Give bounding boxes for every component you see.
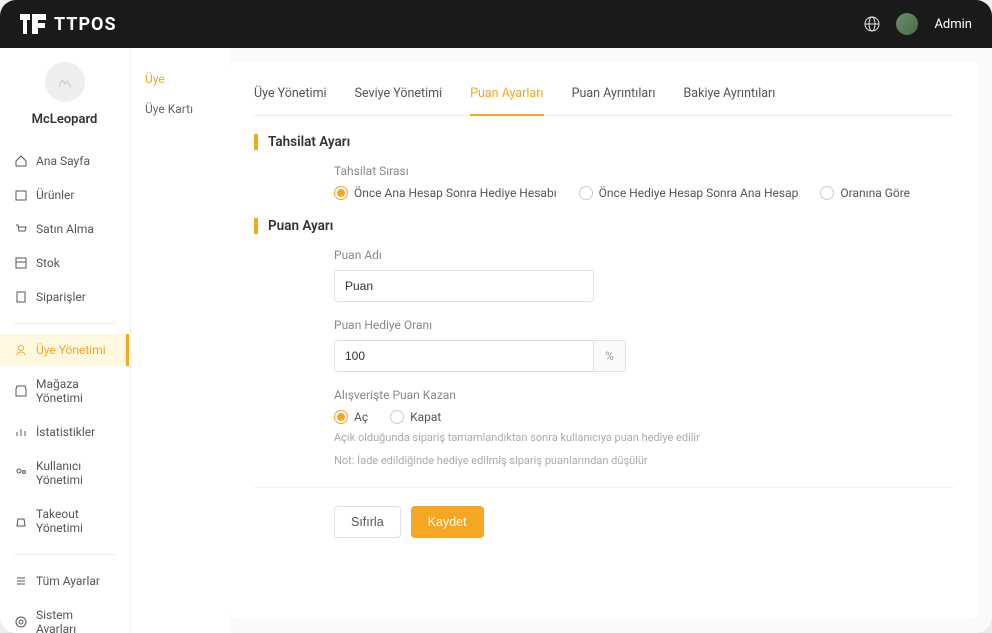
sidebar: McLeopard Ana Sayfa Ürünler Satın Alma S… [0,48,130,633]
brand-text: TTPOS [54,14,117,35]
tab-points[interactable]: Puan Ayarları [470,78,543,115]
nav-stats[interactable]: İstatistikler [0,416,129,448]
point-earn-label: Alışverişte Puan Kazan [334,388,954,402]
tab-level[interactable]: Seviye Yönetimi [355,78,443,115]
section-collection-title: Tahsilat Ayarı [254,134,954,150]
collection-opt3[interactable]: Oranına Göre [820,186,910,200]
nav-users[interactable]: Kullanıcı Yönetimi [0,450,129,496]
tenant-block: McLeopard [0,62,129,145]
radio-icon [820,186,834,200]
cart-icon [14,222,28,236]
nav-orders[interactable]: Siparişler [0,281,129,313]
collection-order-label: Tahsilat Sırası [334,164,954,178]
avatar[interactable] [896,13,918,35]
nav-stock[interactable]: Stok [0,247,129,279]
radio-icon [390,410,404,424]
nav-home[interactable]: Ana Sayfa [0,145,129,177]
nav-all-settings[interactable]: Tüm Ayarlar [0,565,129,597]
tab-balance-details[interactable]: Bakiye Ayrıntıları [684,78,776,115]
collection-opt2[interactable]: Önce Hediye Hesap Sonra Ana Hesap [579,186,799,200]
earn-off[interactable]: Kapat [390,410,441,424]
gear-icon [14,615,28,629]
radio-icon [334,410,348,424]
bag-icon [14,514,28,528]
tab-management[interactable]: Üye Yönetimi [254,78,327,115]
point-ratio-input[interactable] [334,340,594,372]
user-label[interactable]: Admin [934,17,972,32]
member-icon [14,343,28,357]
nav-products[interactable]: Ürünler [0,179,129,211]
nav-stores[interactable]: Mağaza Yönetimi [0,368,129,414]
section-point-title: Puan Ayarı [254,218,954,234]
box-icon [14,188,28,202]
chart-icon [14,425,28,439]
home-icon [14,154,28,168]
earn-on[interactable]: Aç [334,410,368,424]
topbar: TTPOS Admin [0,0,992,48]
point-name-input[interactable] [334,270,594,302]
list-icon [14,290,28,304]
main-panel: Üye Yönetimi Seviye Yönetimi Puan Ayarla… [230,62,978,619]
percent-suffix: % [594,340,626,372]
nav-members[interactable]: Üye Yönetimi [0,334,129,366]
point-ratio-label: Puan Hediye Oranı [334,318,954,332]
collection-opt1[interactable]: Önce Ana Hesap Sonra Hediye Hesabı [334,186,557,200]
logo-icon [20,14,46,34]
brand-logo[interactable]: TTPOS [20,14,117,35]
tenant-avatar [45,62,85,102]
submenu: Üye Üye Kartı [130,48,230,633]
tabs: Üye Yönetimi Seviye Yönetimi Puan Ayarla… [254,78,954,116]
tab-point-details[interactable]: Puan Ayrıntıları [572,78,656,115]
radio-icon [579,186,593,200]
submenu-member-card[interactable]: Üye Kartı [131,94,230,124]
store-icon [14,384,28,398]
submenu-member[interactable]: Üye [131,64,230,94]
language-icon[interactable] [864,16,880,32]
radio-icon [334,186,348,200]
point-name-label: Puan Adı [334,248,954,262]
reset-button[interactable]: Sıfırla [334,506,401,538]
nav-system[interactable]: Sistem Ayarları [0,599,129,633]
tenant-name: McLeopard [10,112,119,127]
sliders-icon [14,574,28,588]
stock-icon [14,256,28,270]
users-icon [14,466,28,480]
nav-takeout[interactable]: Takeout Yönetimi [0,498,129,544]
save-button[interactable]: Kaydet [411,506,484,538]
divider [254,487,954,488]
earn-hint2: Not: İade edildiğinde hediye edilmiş sip… [334,453,954,470]
earn-hint1: Açık olduğunda sipariş tamamlandıktan so… [334,430,954,447]
nav-purchase[interactable]: Satın Alma [0,213,129,245]
